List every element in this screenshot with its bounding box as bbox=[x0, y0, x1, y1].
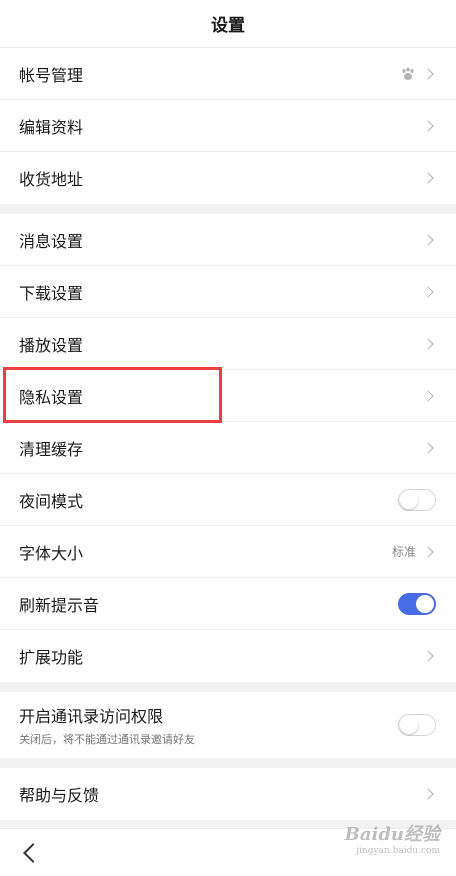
back-arrow-icon[interactable] bbox=[23, 842, 43, 863]
row-label: 刷新提示音 bbox=[19, 595, 100, 615]
row-help-feedback[interactable]: 帮助与反馈 bbox=[0, 768, 456, 820]
chevron-right-icon bbox=[422, 67, 434, 80]
row-label: 开启通讯录访问权限 bbox=[19, 707, 164, 726]
row-label: 下载设置 bbox=[19, 283, 84, 303]
chevron-right-icon bbox=[422, 441, 434, 454]
row-label: 帮助与反馈 bbox=[19, 786, 100, 805]
toggle-knob bbox=[416, 594, 434, 613]
highlight-annotation bbox=[3, 367, 222, 423]
row-label: 帐号管理 bbox=[19, 65, 84, 85]
row-playback-settings[interactable]: 播放设置 bbox=[0, 318, 456, 370]
chevron-right-icon bbox=[422, 650, 434, 662]
contacts-group: 开启通讯录访问权限 关闭后，将不能通过通讯录邀请好友 bbox=[0, 692, 456, 758]
page-title: 设置 bbox=[211, 16, 245, 36]
paw-icon bbox=[402, 67, 414, 80]
row-download-settings[interactable]: 下载设置 bbox=[0, 266, 456, 318]
help-group: 帮助与反馈 bbox=[0, 768, 456, 820]
chevron-right-icon bbox=[422, 233, 434, 246]
chevron-right-icon bbox=[422, 389, 434, 402]
toggle-knob bbox=[400, 716, 418, 734]
night-mode-toggle[interactable] bbox=[398, 488, 436, 511]
row-label: 播放设置 bbox=[19, 335, 84, 355]
row-label: 消息设置 bbox=[19, 231, 84, 251]
chevron-right-icon bbox=[422, 545, 434, 558]
chevron-right-icon bbox=[422, 285, 434, 298]
row-label: 收货地址 bbox=[19, 170, 84, 189]
watermark: Baidu经验 jingyan.baidu.com bbox=[345, 820, 440, 856]
chevron-right-icon bbox=[422, 788, 434, 800]
row-refresh-sound: 刷新提示音 bbox=[0, 578, 456, 630]
row-contacts-permission: 开启通讯录访问权限 关闭后，将不能通过通讯录邀请好友 bbox=[0, 692, 456, 758]
account-group: 帐号管理 编辑资料 收货地址 bbox=[0, 48, 456, 204]
row-clear-cache[interactable]: 清理缓存 bbox=[0, 422, 456, 474]
row-edit-profile[interactable]: 编辑资料 bbox=[0, 100, 456, 152]
toggle-knob bbox=[400, 490, 418, 509]
contacts-permission-toggle[interactable] bbox=[398, 714, 436, 736]
row-message-settings[interactable]: 消息设置 bbox=[0, 214, 456, 266]
row-subtitle: 关闭后，将不能通过通讯录邀请好友 bbox=[19, 733, 195, 746]
row-extensions[interactable]: 扩展功能 bbox=[0, 630, 456, 682]
chevron-right-icon bbox=[422, 119, 434, 132]
row-shipping-address[interactable]: 收货地址 bbox=[0, 152, 456, 204]
font-size-value: 标准 bbox=[391, 545, 416, 559]
row-label: 字体大小 bbox=[19, 543, 84, 563]
section-divider bbox=[0, 204, 456, 214]
section-divider bbox=[0, 682, 456, 692]
chevron-right-icon bbox=[422, 337, 434, 350]
row-font-size[interactable]: 字体大小 标准 bbox=[0, 526, 456, 578]
top-bar: 设置 bbox=[0, 0, 456, 48]
watermark-url: jingyan.baidu.com bbox=[356, 846, 440, 856]
row-label: 编辑资料 bbox=[19, 117, 84, 137]
row-account-management[interactable]: 帐号管理 bbox=[0, 48, 456, 100]
section-divider bbox=[0, 758, 456, 768]
row-label: 扩展功能 bbox=[19, 648, 84, 667]
settings-group: 消息设置 下载设置 播放设置 隐私设置 清理缓存 夜间模式 字体大小 标准 刷新… bbox=[0, 214, 456, 682]
row-label: 清理缓存 bbox=[19, 439, 84, 459]
row-night-mode: 夜间模式 bbox=[0, 474, 456, 526]
refresh-sound-toggle[interactable] bbox=[398, 592, 436, 615]
watermark-logo: Baidu经验 bbox=[344, 824, 440, 845]
row-label: 夜间模式 bbox=[19, 491, 84, 511]
chevron-right-icon bbox=[422, 172, 434, 184]
